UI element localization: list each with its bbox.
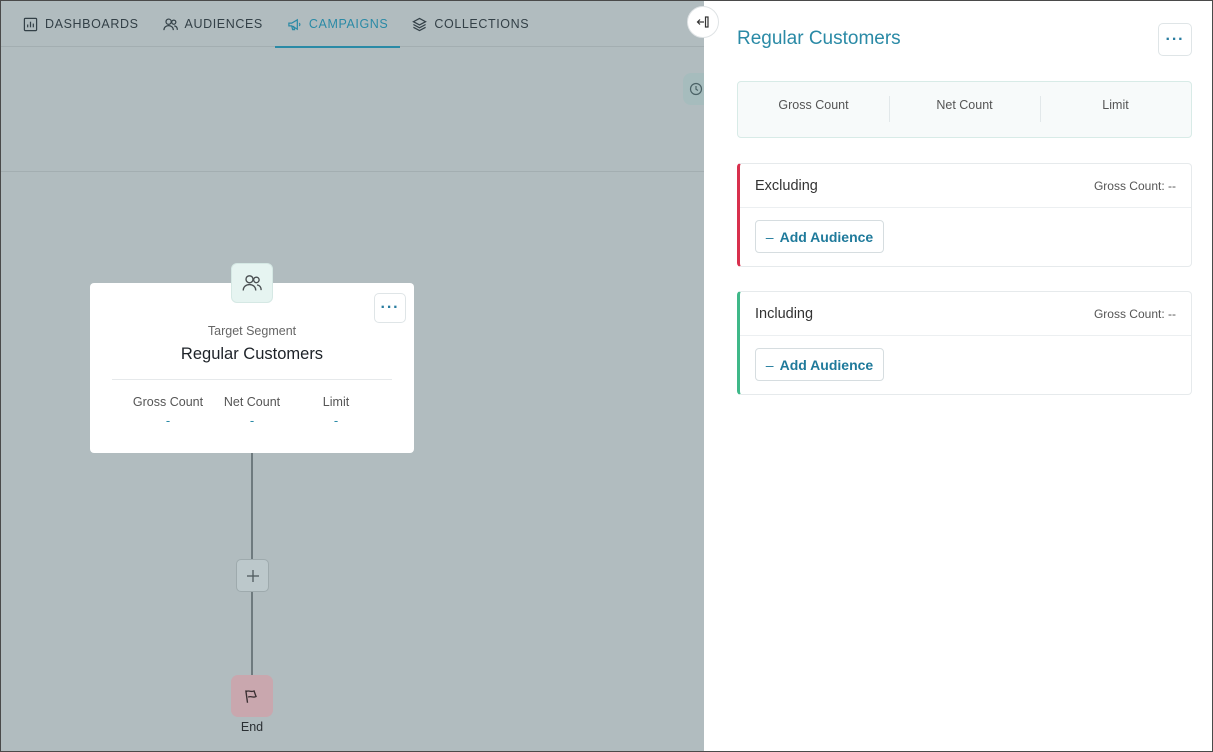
stat-value: - <box>249 413 255 428</box>
nav-label: DASHBOARDS <box>45 17 139 31</box>
nav-label: CAMPAIGNS <box>308 17 389 31</box>
gross-count-header: Gross Count <box>778 98 849 112</box>
node-type-label: Target Segment <box>207 324 297 338</box>
nav-collections[interactable]: COLLECTIONS <box>400 1 541 47</box>
node-stats: Gross Count - Net Count - Limit - <box>126 395 378 428</box>
add-audience-button[interactable]: – Add Audience <box>755 220 884 253</box>
gross-count-label: Gross Count: -- <box>1093 178 1176 193</box>
divider <box>112 379 392 380</box>
flag-icon <box>245 689 257 703</box>
limit-stat: Limit - <box>294 395 378 428</box>
section-title: Excluding <box>755 177 818 194</box>
top-navigation: DASHBOARDS AUDIENCES CAMPAIGNS COLLECTIO… <box>1 1 704 48</box>
button-label: Add Audience <box>779 356 874 373</box>
nav-audiences[interactable]: AUDIENCES <box>151 1 275 47</box>
stat-label: Net Count <box>223 395 281 409</box>
gross-count-label: Gross Count: -- <box>1093 306 1176 321</box>
stat-label: Limit <box>322 395 350 409</box>
end-node[interactable] <box>231 675 273 717</box>
limit-header: Limit <box>1040 82 1191 137</box>
net-count-stat: Net Count - <box>210 395 294 428</box>
stat-label: Gross Count <box>132 395 204 409</box>
bar-chart-icon <box>23 17 38 31</box>
flow-connector <box>251 592 253 675</box>
more-icon: ··· <box>1165 30 1185 48</box>
panel-stats: Gross Count Net Count Limit <box>737 81 1192 138</box>
users-icon <box>162 17 178 30</box>
plus-icon <box>246 569 259 582</box>
nav-label: AUDIENCES <box>184 17 263 31</box>
segment-users-icon <box>231 263 273 303</box>
add-audience-button[interactable]: – Add Audience <box>755 348 884 381</box>
net-count-header: Net Count <box>889 82 1040 137</box>
node-menu-button[interactable]: ··· <box>374 293 406 323</box>
minus-icon: – <box>765 228 774 245</box>
node-title: Regular Customers <box>180 345 324 363</box>
segment-detail-panel: Regular Customers ··· Gross Count Net Co… <box>704 1 1212 751</box>
divider <box>740 335 1191 336</box>
including-section: Including Gross Count: -- – Add Audience <box>737 291 1192 395</box>
flow-connector <box>251 453 253 559</box>
end-label: End <box>240 720 264 734</box>
clock-icon <box>689 82 703 96</box>
campaign-canvas: DASHBOARDS AUDIENCES CAMPAIGNS COLLECTIO… <box>1 1 704 751</box>
panel-title: Regular Customers <box>737 28 901 49</box>
nav-label: COLLECTIONS <box>434 17 530 31</box>
section-title: Including <box>755 305 814 322</box>
nav-campaigns[interactable]: CAMPAIGNS <box>274 1 401 48</box>
stat-value: - <box>333 413 339 428</box>
collapse-panel-button[interactable] <box>687 6 719 38</box>
nav-dashboards[interactable]: DASHBOARDS <box>1 1 151 47</box>
excluding-section: Excluding Gross Count: -- – Add Audience <box>737 163 1192 267</box>
canvas-toolbar <box>1 48 704 172</box>
target-segment-node[interactable]: ··· Target Segment Regular Customers Gro… <box>90 283 414 453</box>
app-frame: DASHBOARDS AUDIENCES CAMPAIGNS COLLECTIO… <box>0 0 1213 752</box>
arrow-left-bar-icon <box>696 16 709 28</box>
gross-count-stat: Gross Count - <box>126 395 210 428</box>
megaphone-icon <box>288 18 301 30</box>
section-header: Excluding Gross Count: -- <box>755 164 1176 207</box>
layers-icon <box>412 17 428 31</box>
more-icon: ··· <box>380 299 400 316</box>
panel-menu-button[interactable]: ··· <box>1158 23 1192 56</box>
stat-value: - <box>165 413 171 428</box>
button-label: Add Audience <box>779 228 874 245</box>
divider <box>740 207 1191 208</box>
minus-icon: – <box>765 356 774 373</box>
section-header: Including Gross Count: -- <box>755 292 1176 335</box>
add-step-button[interactable] <box>236 559 269 592</box>
